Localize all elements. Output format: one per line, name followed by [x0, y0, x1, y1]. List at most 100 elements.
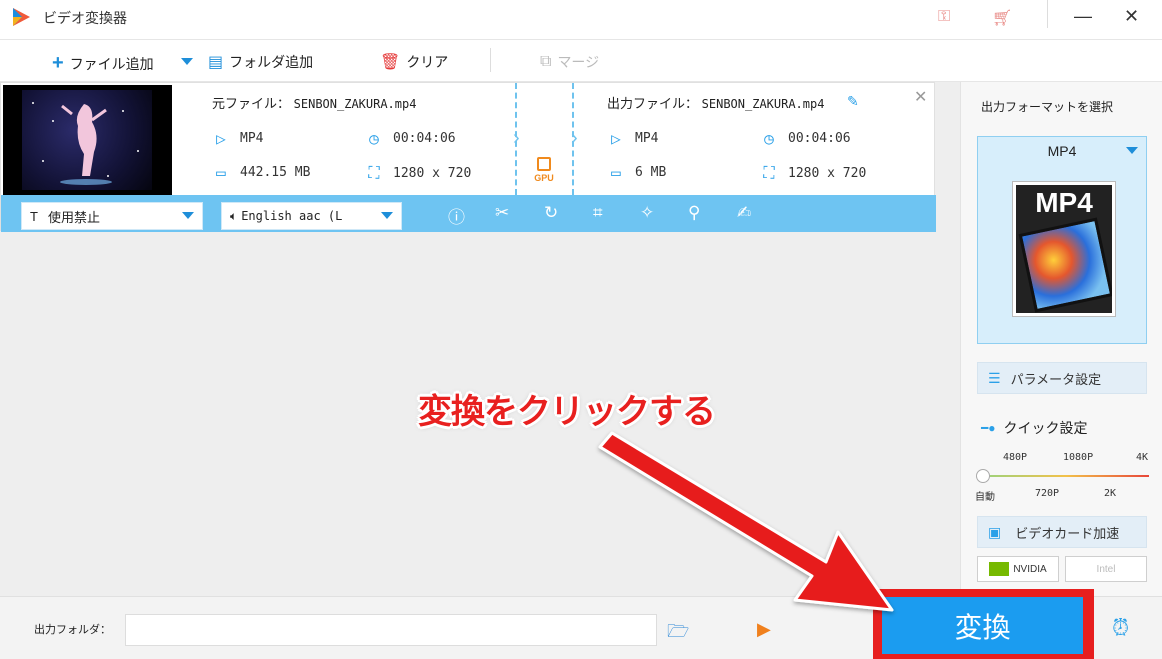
add-file-button[interactable]: + ファイル追加 — [52, 52, 154, 75]
title-separator — [1047, 0, 1048, 28]
folder-film-icon: ▤ — [208, 54, 224, 71]
gpu-badge: GPU — [532, 157, 556, 183]
file-icon: ▭ — [611, 163, 621, 182]
output-size-value: 6 MB — [635, 165, 667, 180]
chevron-down-icon — [381, 212, 393, 219]
nvidia-logo-icon — [989, 562, 1010, 576]
parameter-settings-label: パラメータ設定 — [1010, 371, 1102, 387]
nvidia-option[interactable]: NVIDIA — [977, 556, 1059, 582]
quality-720p: 720P — [1035, 488, 1060, 499]
intel-option[interactable]: Intel — [1065, 556, 1147, 582]
annotation-text: 変換をクリックする — [418, 392, 716, 432]
file-item-card: 元ファイル： SENBON_ZAKURA.mp4 ▷ MP4 ◷ 00:04:0… — [0, 82, 936, 232]
add-file-label: ファイル追加 — [69, 55, 154, 72]
output-resolution-value: 1280 x 720 — [788, 165, 867, 181]
scissors-icon[interactable]: ✂ — [495, 203, 509, 223]
source-filename: 元ファイル： SENBON_ZAKURA.mp4 — [212, 93, 416, 112]
balloon-image — [1018, 217, 1112, 313]
format-selector[interactable]: MP4 MP4 — [977, 136, 1147, 344]
thumbnail-image — [22, 90, 152, 190]
video-thumbnail[interactable] — [3, 85, 172, 195]
add-folder-button[interactable]: ▤ フォルダ追加 — [208, 52, 313, 72]
output-format-value: MP4 — [635, 131, 659, 146]
output-resolution: ⛶ 1280 x 720 — [760, 163, 866, 183]
merge-button[interactable]: ⧉ マージ — [540, 52, 599, 72]
source-duration-value: 00:04:06 — [393, 131, 456, 146]
source-size: ▭ 442.15 MB — [212, 163, 310, 182]
quality-slider-track[interactable] — [983, 475, 1149, 477]
output-format: ▷ MP4 — [607, 129, 658, 148]
subtitle-edit-icon[interactable]: ✍ — [737, 203, 751, 223]
crop-icon[interactable]: ⌗ — [593, 203, 603, 223]
add-folder-label: フォルダ追加 — [229, 54, 314, 70]
format-image-label: MP4 — [1035, 187, 1093, 218]
app-logo-icon — [10, 6, 32, 33]
output-size: ▭ 6 MB — [607, 163, 666, 182]
file-icon: ▭ — [216, 163, 226, 182]
watermark-stamp-icon[interactable]: ⚲ — [688, 203, 700, 223]
intel-label: Intel — [1096, 563, 1116, 575]
source-format: ▷ MP4 — [212, 129, 263, 148]
clear-label: クリア — [406, 54, 449, 70]
quality-slider-thumb[interactable] — [976, 469, 990, 483]
clear-button[interactable]: 🗑︎ クリア — [380, 52, 448, 72]
output-folder-input[interactable] — [125, 614, 657, 646]
close-button[interactable]: ✕ — [1124, 6, 1139, 27]
merge-icon: ⧉ — [540, 53, 552, 70]
source-size-value: 442.15 MB — [240, 165, 311, 180]
audio-dropdown[interactable]: 🔈︎ English aac (L — [221, 202, 402, 230]
video-file-icon: ▷ — [611, 129, 621, 148]
minimize-button[interactable]: — — [1074, 6, 1092, 27]
key-icon[interactable]: ⚿ — [938, 8, 950, 26]
text-icon: T — [30, 208, 38, 224]
info-icon[interactable]: ⓘ — [448, 203, 465, 228]
trash-icon: 🗑︎ — [380, 54, 401, 71]
quality-1080p: 1080P — [1063, 452, 1094, 463]
remove-item-icon[interactable]: ✕ — [914, 87, 927, 107]
speaker-icon: 🔈︎ — [230, 208, 238, 223]
source-name: SENBON_ZAKURA.mp4 — [293, 97, 417, 111]
pencil-icon[interactable]: ✎ — [847, 93, 859, 110]
convert-button[interactable]: 変換 — [882, 597, 1083, 654]
source-format-value: MP4 — [240, 131, 264, 146]
gpu-acceleration-button[interactable]: ▣ ビデオカード加速 — [977, 516, 1147, 548]
effects-wand-icon[interactable]: ✧ — [640, 203, 654, 223]
chip-icon: ▣ — [988, 523, 1002, 540]
format-thumbnail: MP4 — [1012, 181, 1116, 317]
output-folder-label: 出力フォルダ： — [34, 624, 111, 636]
gpu-chip-icon — [537, 157, 551, 171]
gpu-label: GPU — [534, 173, 554, 183]
quality-480p: 480P — [1003, 452, 1028, 463]
app-title: ビデオ変換器 — [43, 10, 127, 26]
file-list-area: 元ファイル： SENBON_ZAKURA.mp4 ▷ MP4 ◷ 00:04:0… — [0, 82, 960, 596]
output-preview-icon[interactable]: ▶ — [757, 619, 771, 640]
quality-2k: 2K — [1104, 488, 1117, 499]
output-label: 出力ファイル： — [607, 96, 699, 111]
output-duration-value: 00:04:06 — [788, 131, 851, 146]
quick-settings-title: ━● クイック設定 — [981, 418, 1087, 438]
output-filename: 出力ファイル： SENBON_ZAKURA.mp4 — [607, 93, 824, 112]
source-duration: ◷ 00:04:06 — [365, 129, 456, 148]
clock-icon: ◷ — [764, 129, 774, 148]
source-resolution: ⛶ 1280 x 720 — [365, 163, 471, 183]
parameter-settings-button[interactable]: ☰ パラメータ設定 — [977, 362, 1147, 394]
source-label: 元ファイル： — [212, 96, 291, 111]
panel-title: 出力フォーマットを選択 — [981, 100, 1114, 114]
bottom-bar: 出力フォルダ： 🗁︎ ▶ 変換 ⏰︎ — [0, 589, 1162, 659]
quality-4k: 4K — [1136, 452, 1149, 463]
rotate-icon[interactable]: ↻ — [544, 203, 558, 223]
quick-settings-label: クイック設定 — [1003, 420, 1088, 436]
output-name: SENBON_ZAKURA.mp4 — [701, 97, 825, 111]
toolbar: + ファイル追加 ▤ フォルダ追加 🗑︎ クリア ⧉ マージ — [0, 40, 1162, 82]
chevron-down-icon — [1126, 147, 1138, 154]
cart-icon[interactable]: 🛒︎ — [992, 8, 1012, 28]
chevron-right-icon: › — [571, 127, 578, 149]
item-action-bar: T 使用禁止 🔈︎ English aac (L ⓘ ✂ ↻ ⌗ ✧ ⚲ ✍ — [1, 195, 936, 232]
subtitle-dropdown[interactable]: T 使用禁止 — [21, 202, 203, 230]
video-file-icon: ▷ — [216, 129, 226, 148]
subtitle-value: 使用禁止 — [47, 209, 100, 225]
open-folder-icon[interactable]: 🗁︎ — [667, 619, 689, 649]
alarm-clock-icon[interactable]: ⏰︎ — [1112, 615, 1129, 641]
add-file-dropdown-icon[interactable] — [181, 58, 193, 65]
audio-value: English aac (L — [241, 209, 343, 223]
